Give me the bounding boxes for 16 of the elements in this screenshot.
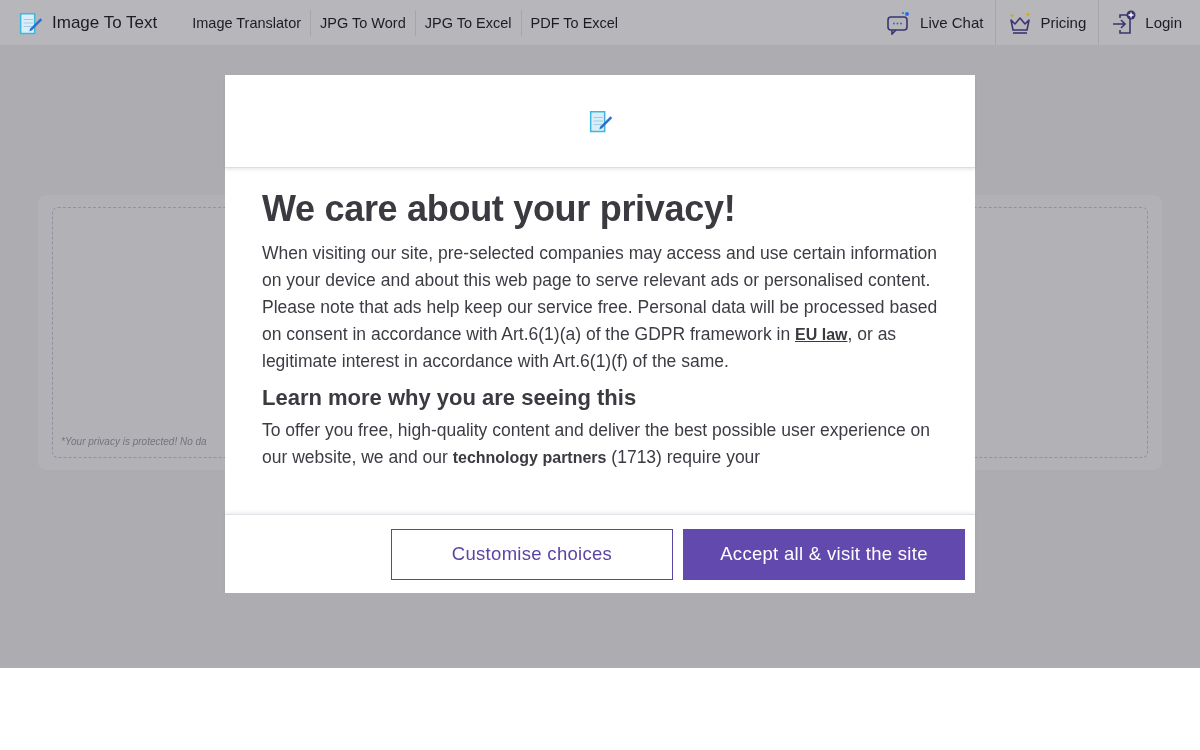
crown-icon [1008,10,1033,35]
login-icon [1111,9,1138,36]
nav-link[interactable]: Image Translator [183,9,312,36]
brand-name[interactable]: Image To Text [52,12,158,33]
nav-link[interactable]: PDF To Excel [521,9,628,36]
accept-button[interactable]: Accept all & visit the site [683,528,965,580]
nav-link[interactable]: JPG To Word [311,9,416,36]
text-link[interactable]: EU law [795,326,848,343]
nav-link[interactable]: JPG To Excel [415,9,522,36]
dialog-title: We care about your privacy! [262,188,737,230]
consent-paragraph: When visiting our site, pre-selected companies may access and use certain information on your device and about this web page to serve relevant ads or personalised content. Please note that ads help keep our service free. Personal data will be processed based on consent in accordance with Art.6(1)(a) of the GDPR framework in EU law, or as legitimate interest in accordance with Art.6(1)(f) of the same. [262,242,938,373]
nav-action[interactable]: Live Chat [874,0,996,45]
text-link[interactable]: technology partners [452,449,607,466]
customise-button[interactable]: Customise choices [391,528,673,580]
section-heading: Learn more why you are seeing this [262,385,638,411]
consent-paragraph: To offer you free, high-quality content and deliver the best possible user experience on our website, we and our technology partners (1713) require your [262,419,931,469]
